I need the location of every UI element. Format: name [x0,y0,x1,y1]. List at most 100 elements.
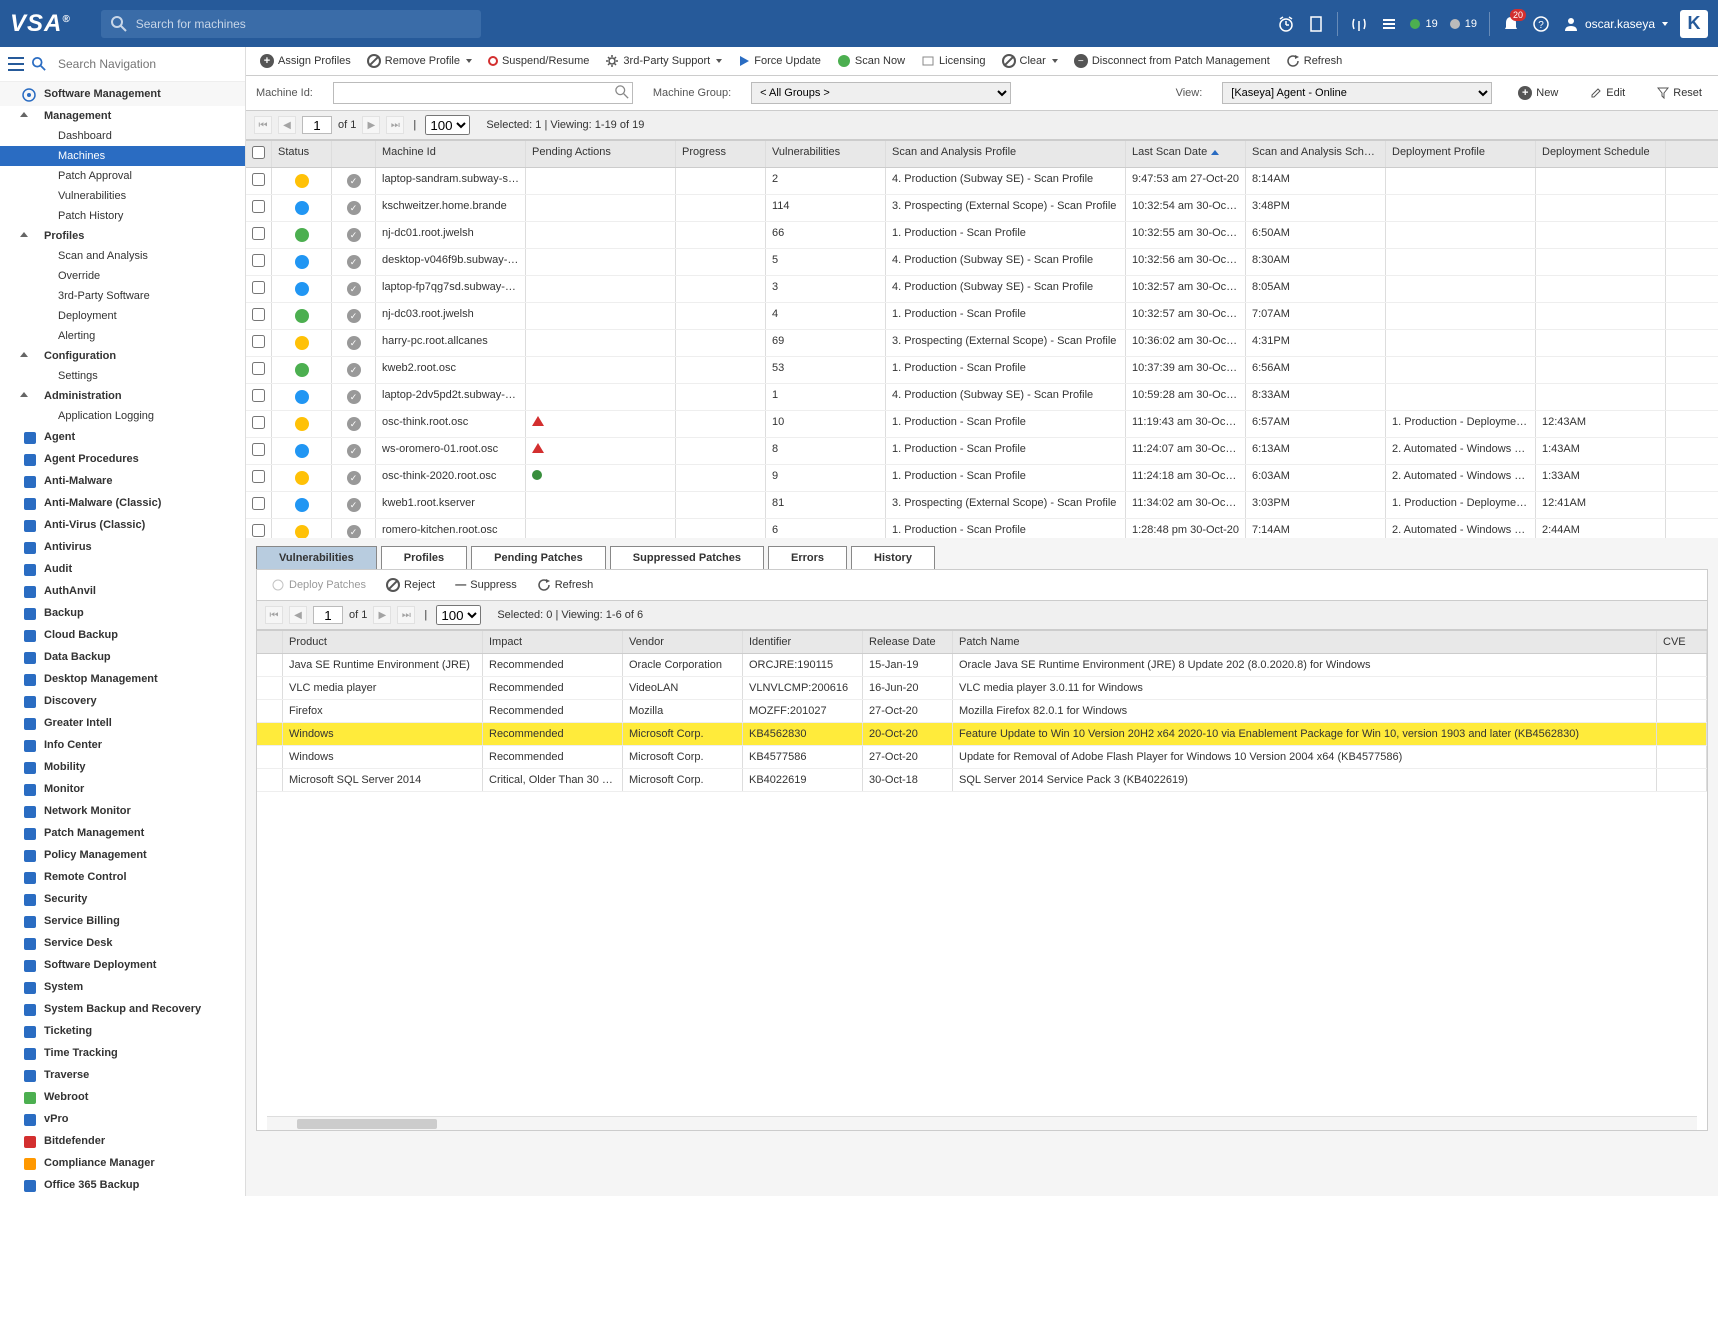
machine-row[interactable]: ✓nj-dc01.root.jwelsh661. Production - Sc… [246,222,1718,249]
col-deploy-profile[interactable]: Deployment Profile [1386,141,1536,167]
kaseya-logo[interactable]: K [1680,10,1708,38]
nav-module-bitdefender[interactable]: Bitdefender [0,1130,245,1152]
nav-item-3rd-party-software[interactable]: 3rd-Party Software [0,286,245,306]
new-view-button[interactable]: +New [1512,83,1564,103]
nav-module-patch-management[interactable]: Patch Management [0,822,245,844]
disconnect-button[interactable]: −Disconnect from Patch Management [1068,51,1276,71]
nav-item-deployment[interactable]: Deployment [0,306,245,326]
nav-module-service-billing[interactable]: Service Billing [0,910,245,932]
last-page-button[interactable]: ⏭ [397,606,415,624]
nav-module-monitor[interactable]: Monitor [0,778,245,800]
machine-row[interactable]: ✓osc-think-2020.root.osc91. Production -… [246,465,1718,492]
nav-module-office-365-backup[interactable]: Office 365 Backup [0,1174,245,1196]
nav-item-scan-and-analysis[interactable]: Scan and Analysis [0,246,245,266]
suppress-button[interactable]: —Suppress [449,576,522,594]
nav-item-patch-approval[interactable]: Patch Approval [0,166,245,186]
tab-history[interactable]: History [851,546,935,569]
first-page-button[interactable]: ⏮ [254,116,272,134]
row-checkbox[interactable] [252,254,265,267]
col-product[interactable]: Product [283,631,483,653]
alarm-icon[interactable] [1277,15,1295,33]
col-last-scan[interactable]: Last Scan Date [1126,141,1246,167]
nav-item-dashboard[interactable]: Dashboard [0,126,245,146]
menu-toggle[interactable] [8,57,24,71]
col-vulnerabilities[interactable]: Vulnerabilities [766,141,886,167]
row-checkbox[interactable] [252,470,265,483]
nav-search-input[interactable] [54,53,237,75]
nav-item-application-logging[interactable]: Application Logging [0,406,245,426]
row-checkbox[interactable] [252,389,265,402]
vulnerability-row[interactable]: WindowsRecommendedMicrosoft Corp.KB45775… [257,746,1707,769]
machine-row[interactable]: ✓laptop-fp7qg7sd.subway-se.o34. Producti… [246,276,1718,303]
vulnerability-row[interactable]: FirefoxRecommendedMozillaMOZFF:20102727-… [257,700,1707,723]
search-input[interactable] [101,10,481,38]
machine-id-input[interactable] [333,82,633,104]
nav-module-ticketing[interactable]: Ticketing [0,1020,245,1042]
scan-now-button[interactable]: Scan Now [831,51,911,71]
vulnerability-row[interactable]: WindowsRecommendedMicrosoft Corp.KB45628… [257,723,1707,746]
col-scan-profile[interactable]: Scan and Analysis Profile [886,141,1126,167]
deploy-patches-button[interactable]: Deploy Patches [265,575,372,595]
detail-refresh-button[interactable]: Refresh [531,575,600,595]
select-all-checkbox[interactable] [252,146,265,159]
machine-row[interactable]: ✓desktop-v046f9b.subway-se.c54. Producti… [246,249,1718,276]
col-progress[interactable]: Progress [676,141,766,167]
thirdparty-support-button[interactable]: 3rd-Party Support [599,51,728,71]
row-checkbox[interactable] [252,281,265,294]
machine-group-select[interactable]: < All Groups > [751,82,1011,104]
nav-module-compliance-manager[interactable]: Compliance Manager [0,1152,245,1174]
col-patch-name[interactable]: Patch Name [953,631,1657,653]
row-checkbox[interactable] [252,173,265,186]
col-deploy-schedule[interactable]: Deployment Schedule [1536,141,1666,167]
reject-button[interactable]: Reject [380,575,441,595]
row-checkbox[interactable] [252,227,265,240]
nav-module-software-deployment[interactable]: Software Deployment [0,954,245,976]
col-pending-actions[interactable]: Pending Actions [526,141,676,167]
vulnerability-row[interactable]: Microsoft SQL Server 2014Critical, Older… [257,769,1707,792]
nav-module-security[interactable]: Security [0,888,245,910]
machine-row[interactable]: ✓kschweitzer.home.brande1143. Prospectin… [246,195,1718,222]
nav-sub-management[interactable]: Management [0,106,245,126]
row-checkbox[interactable] [252,524,265,537]
nav-module-anti-virus-classic-[interactable]: Anti-Virus (Classic) [0,514,245,536]
nav-module-system[interactable]: System [0,976,245,998]
licensing-button[interactable]: Licensing [915,51,991,71]
col-machine-id[interactable]: Machine Id [376,141,526,167]
first-page-button[interactable]: ⏮ [265,606,283,624]
nav-item-vulnerabilities[interactable]: Vulnerabilities [0,186,245,206]
nav-module-time-tracking[interactable]: Time Tracking [0,1042,245,1064]
page-size-select[interactable]: 100 [436,605,481,625]
nav-sub-administration[interactable]: Administration [0,386,245,406]
assign-profiles-button[interactable]: +Assign Profiles [254,51,357,71]
edit-view-button[interactable]: Edit [1584,84,1631,102]
nav-module-webroot[interactable]: Webroot [0,1086,245,1108]
remove-profile-button[interactable]: Remove Profile [361,51,478,71]
prev-page-button[interactable]: ◀ [289,606,307,624]
nav-module-cloud-backup[interactable]: Cloud Backup [0,624,245,646]
tab-errors[interactable]: Errors [768,546,847,569]
tab-vulnerabilities[interactable]: Vulnerabilities [256,546,377,569]
suspend-resume-button[interactable]: Suspend/Resume [482,52,595,70]
nav-item-override[interactable]: Override [0,266,245,286]
nav-module-traverse[interactable]: Traverse [0,1064,245,1086]
nav-module-anti-malware[interactable]: Anti-Malware [0,470,245,492]
nav-module-policy-management[interactable]: Policy Management [0,844,245,866]
nav-module-agent-procedures[interactable]: Agent Procedures [0,448,245,470]
nav-module-system-backup-and-recovery[interactable]: System Backup and Recovery [0,998,245,1020]
refresh-button[interactable]: Refresh [1280,51,1349,71]
search-icon[interactable] [615,85,629,99]
nav-module-data-backup[interactable]: Data Backup [0,646,245,668]
row-checkbox[interactable] [252,335,265,348]
nav-sub-profiles[interactable]: Profiles [0,226,245,246]
machine-row[interactable]: ✓laptop-2dv5pd2t.subway-se.o14. Producti… [246,384,1718,411]
tab-suppressed-patches[interactable]: Suppressed Patches [610,546,764,569]
help-icon[interactable]: ? [1532,15,1550,33]
col-status[interactable]: Status [272,141,332,167]
clear-button[interactable]: Clear [996,51,1064,71]
tab-profiles[interactable]: Profiles [381,546,467,569]
col-pending-icon[interactable] [332,141,376,167]
row-checkbox[interactable] [252,200,265,213]
row-checkbox[interactable] [252,416,265,429]
antenna-icon[interactable] [1350,15,1368,33]
bell-icon[interactable]: 20 [1502,15,1520,33]
